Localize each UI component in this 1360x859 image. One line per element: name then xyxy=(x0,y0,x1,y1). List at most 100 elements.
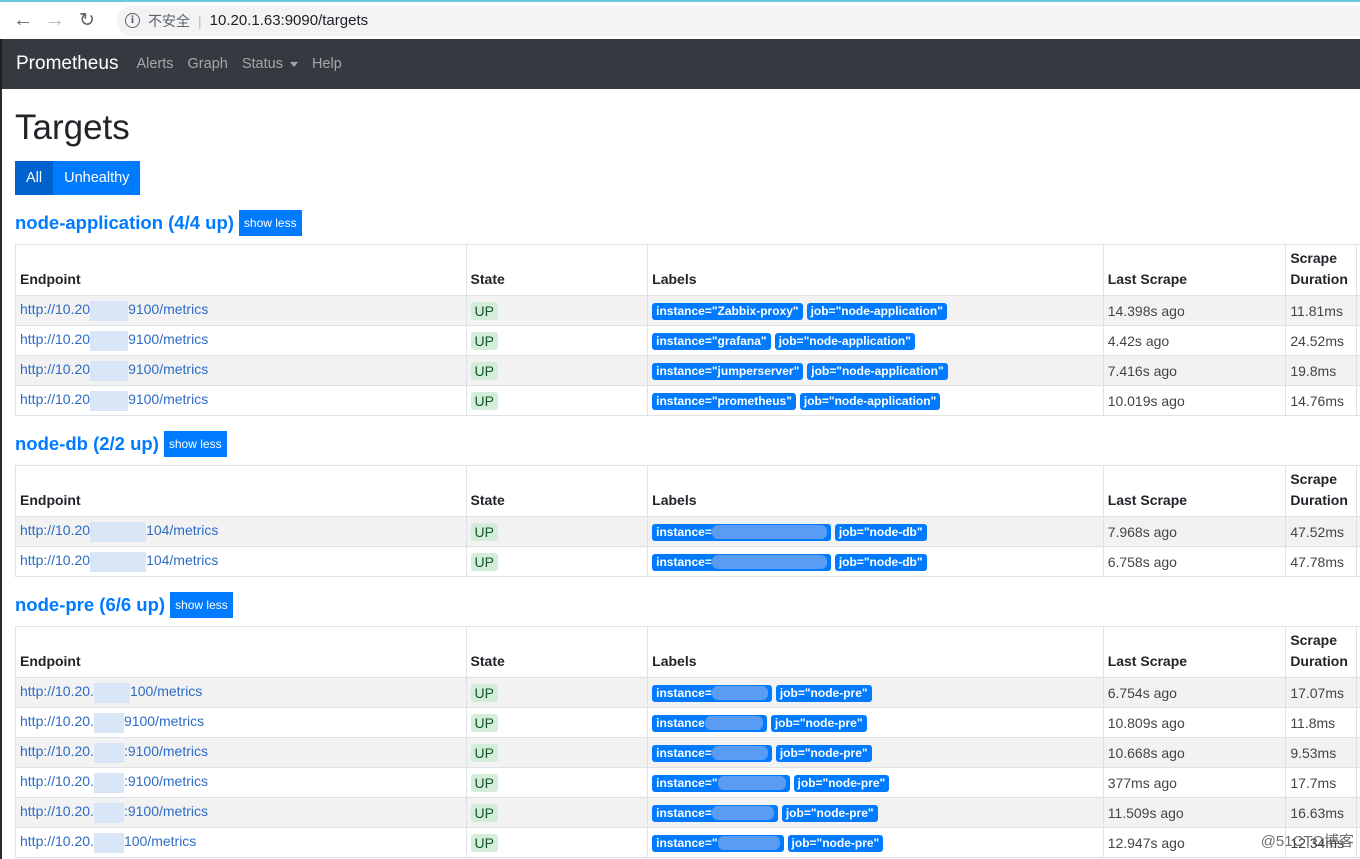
redacted-region xyxy=(711,555,827,570)
targets-table: Endpoint State Labels Last Scrape Scrape… xyxy=(15,244,1360,416)
job-label-badge: job="node-pre" xyxy=(793,774,890,792)
filter-button-group: All Unhealthy xyxy=(15,161,1360,195)
job-label-badge: job="node-pre" xyxy=(787,834,884,852)
endpoint-prefix: http://10.20 xyxy=(20,331,91,348)
error-cell xyxy=(1355,385,1360,416)
column-scrape-duration: Scrape Duration xyxy=(1285,244,1357,296)
instance-label-badge: instance="Zabbix-proxy" xyxy=(652,302,803,320)
redacted-region xyxy=(717,836,780,851)
job-label-badge: job="node-pre" xyxy=(775,684,872,702)
job-title[interactable]: node-pre (6/6 up) xyxy=(15,594,165,616)
column-labels: Labels xyxy=(647,244,1104,296)
scrape-duration-cell: 47.78ms xyxy=(1285,546,1357,577)
state-cell: UP xyxy=(465,827,649,858)
instance-label-text: instance xyxy=(656,715,705,730)
endpoint-link[interactable]: http://10.20 9100/metrics xyxy=(20,390,208,411)
error-cell xyxy=(1355,707,1360,738)
job-title[interactable]: node-db (2/2 up) xyxy=(15,433,159,455)
redacted-region xyxy=(90,551,147,572)
job-header: node-db (2/2 up) show less xyxy=(15,430,1360,457)
address-bar[interactable]: i 不安全 | 10.20.1.63:9090/targets xyxy=(117,5,1360,36)
endpoint-suffix: 100/metrics xyxy=(123,833,197,850)
info-icon[interactable]: i xyxy=(125,13,140,28)
endpoint-link[interactable]: http://10.20. 100/metrics xyxy=(20,682,202,703)
error-cell xyxy=(1355,546,1360,577)
back-arrow-icon[interactable]: ← xyxy=(9,7,37,35)
brand-link[interactable]: Prometheus xyxy=(16,53,118,75)
column-state: State xyxy=(465,465,649,517)
table-row: http://10.20 9100/metrics UP instance="gr… xyxy=(15,325,1360,356)
last-scrape-cell: 6.758s ago xyxy=(1102,546,1287,577)
nav-graph[interactable]: Graph xyxy=(188,56,228,72)
forward-arrow-icon[interactable]: → xyxy=(41,7,69,35)
state-cell: UP xyxy=(465,677,649,708)
endpoint-cell: http://10.20.:9100/metrics xyxy=(15,737,467,768)
instance-label-text: instance= xyxy=(656,554,712,569)
nav-help[interactable]: Help xyxy=(312,56,342,72)
instance-label-text: instance="jumperserver" xyxy=(656,363,800,378)
url-text[interactable]: 10.20.1.63:9090/targets xyxy=(210,12,368,29)
endpoint-link[interactable]: http://10.20 104/metrics xyxy=(20,551,218,572)
job-label-badge: job="node-application" xyxy=(799,392,941,410)
endpoint-link[interactable]: http://10.20.:9100/metrics xyxy=(20,802,208,823)
labels-cell: instance= job="node-db" xyxy=(647,546,1104,577)
show-less-button[interactable]: show less xyxy=(238,209,302,236)
endpoint-link[interactable]: http://10.20.:9100/metrics xyxy=(20,772,208,793)
url-path: :9090/targets xyxy=(280,12,369,29)
state-cell: UP xyxy=(465,325,649,356)
last-scrape-cell: 14.398s ago xyxy=(1102,295,1287,326)
endpoint-link[interactable]: http://10.20 9100/metrics xyxy=(20,360,208,381)
endpoint-link[interactable]: http://10.20. 9100/metrics xyxy=(20,712,204,733)
redacted-region xyxy=(93,742,124,763)
endpoint-link[interactable]: http://10.20 9100/metrics xyxy=(20,330,208,351)
state-badge: UP xyxy=(470,361,498,380)
filter-unhealthy-button[interactable]: Unhealthy xyxy=(53,161,141,195)
address-separator: | xyxy=(198,12,202,29)
instance-label-badge: instance=" xyxy=(652,774,790,792)
column-state: State xyxy=(465,244,649,296)
state-badge: UP xyxy=(470,773,498,792)
scrape-duration-cell: 14.76ms xyxy=(1285,385,1357,416)
redacted-region xyxy=(90,521,147,542)
labels-cell: instance= job="node-db" xyxy=(647,516,1104,547)
last-scrape-cell: 10.668s ago xyxy=(1102,737,1287,768)
table-row: http://10.20. 9100/metrics UP instance job… xyxy=(15,707,1360,738)
endpoint-link[interactable]: http://10.20.:9100/metrics xyxy=(20,742,208,763)
state-badge: UP xyxy=(470,743,498,762)
instance-label-badge: instance= xyxy=(652,553,831,571)
instance-label-text: instance= xyxy=(656,524,712,539)
endpoint-suffix: :9100/metrics xyxy=(123,743,208,760)
column-scrape-duration-line1: Scrape xyxy=(1290,632,1338,648)
job-title[interactable]: node-application (4/4 up) xyxy=(15,212,234,234)
filter-all-button[interactable]: All xyxy=(15,161,54,195)
show-less-button[interactable]: show less xyxy=(163,430,227,457)
endpoint-link[interactable]: http://10.20. 100/metrics xyxy=(20,832,197,853)
table-row: http://10.20 9100/metrics UP instance="ju… xyxy=(15,355,1360,386)
redacted-region xyxy=(93,802,124,823)
job-label-badge: job="node-pre" xyxy=(775,744,872,762)
nav-status-dropdown[interactable]: Status xyxy=(242,56,298,72)
redacted-region xyxy=(90,300,129,321)
endpoint-link[interactable]: http://10.20 104/metrics xyxy=(20,521,218,542)
nav-alerts[interactable]: Alerts xyxy=(136,56,173,72)
state-badge: UP xyxy=(470,331,498,350)
last-scrape-cell: 7.968s ago xyxy=(1102,516,1287,547)
table-row: http://10.20. 100/metrics UP instance=" jo… xyxy=(15,827,1360,858)
scrape-duration-cell: 47.52ms xyxy=(1285,516,1357,547)
redacted-region xyxy=(93,682,130,703)
reload-icon[interactable]: ↻ xyxy=(73,7,101,35)
job-label-badge: job="node-db" xyxy=(834,523,927,541)
endpoint-link[interactable]: http://10.20 9100/metrics xyxy=(20,300,208,321)
column-endpoint: Endpoint xyxy=(15,465,467,517)
endpoint-cell: http://10.20.:9100/metrics xyxy=(15,767,467,798)
error-cell xyxy=(1355,516,1360,547)
endpoint-cell: http://10.20 9100/metrics xyxy=(15,355,467,386)
redacted-region xyxy=(90,330,129,351)
table-header-row: Endpoint State Labels Last Scrape Scrape… xyxy=(15,465,1360,517)
table-row: http://10.20.:9100/metrics UP instance= j… xyxy=(15,737,1360,768)
last-scrape-cell: 12.947s ago xyxy=(1102,827,1287,858)
state-cell: UP xyxy=(465,516,649,547)
instance-label-text: instance= xyxy=(656,805,712,820)
show-less-button[interactable]: show less xyxy=(170,591,233,618)
last-scrape-cell: 4.42s ago xyxy=(1102,325,1287,356)
